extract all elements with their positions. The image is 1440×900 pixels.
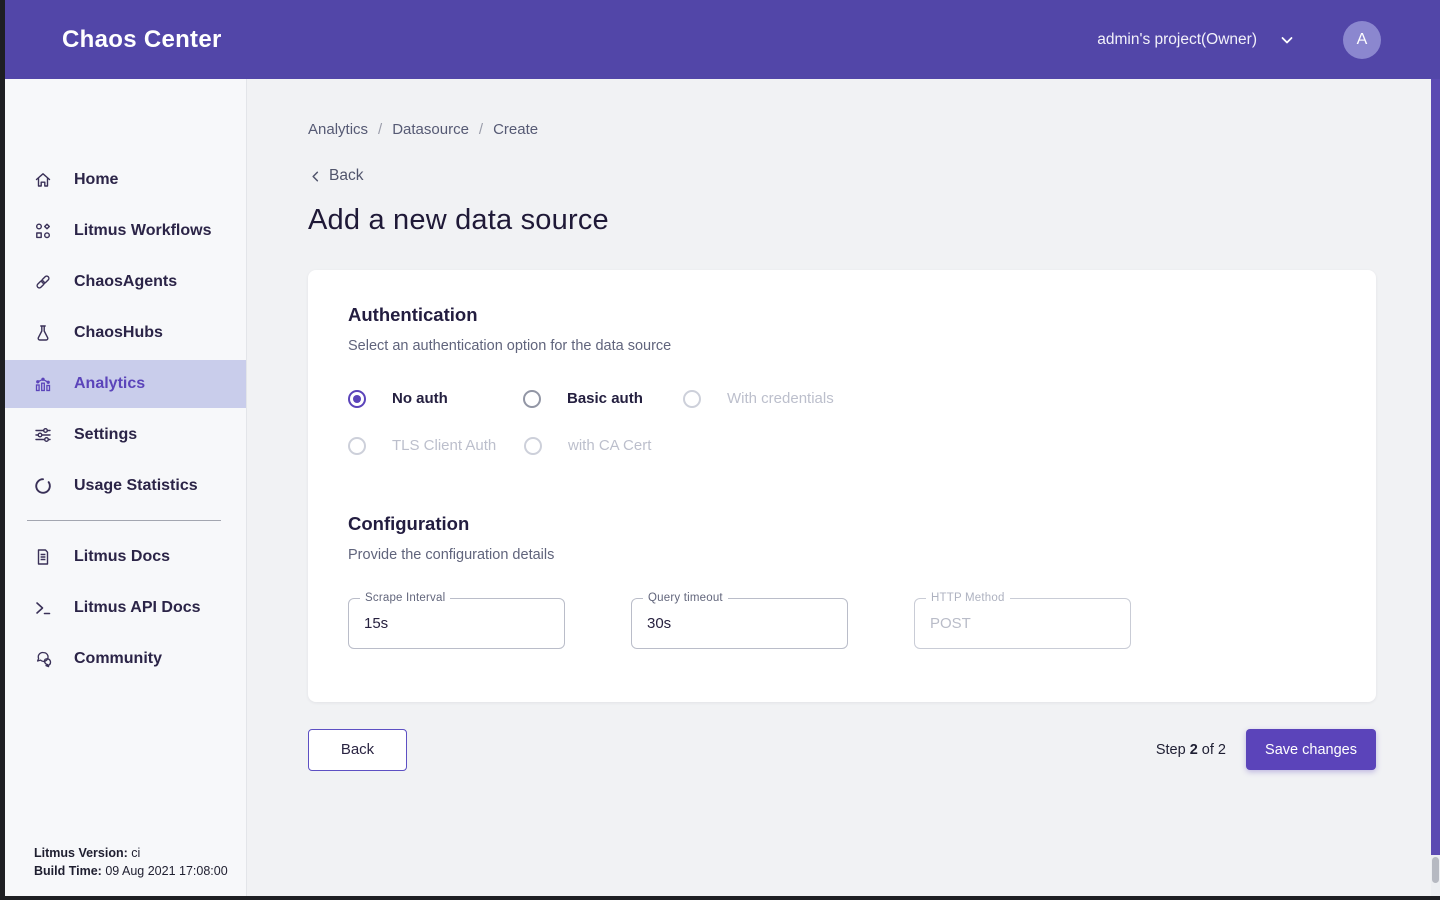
breadcrumb-separator: / — [378, 121, 382, 138]
auth-option-no-auth[interactable]: No auth — [348, 390, 523, 408]
sidebar-item-label: Settings — [74, 426, 137, 444]
page-title: Add a new data source — [308, 204, 1432, 237]
sidebar-divider — [27, 520, 221, 521]
query-timeout-field: Query timeout — [631, 598, 848, 649]
avatar-initial: A — [1357, 31, 1368, 49]
sidebar-item-label: Home — [74, 171, 118, 189]
breadcrumb-item-create: Create — [493, 121, 538, 138]
scrape-interval-label: Scrape Interval — [360, 592, 450, 604]
chevron-left-icon — [308, 169, 323, 184]
scrollbar-thumb[interactable] — [1431, 79, 1440, 855]
scrollbar-track-end — [1432, 857, 1439, 883]
configuration-fields: Scrape Interval Query timeout HTTP Method — [348, 598, 1336, 649]
breadcrumb: Analytics / Datasource / Create — [308, 121, 1432, 138]
sidebar-item-label: Usage Statistics — [74, 477, 198, 495]
avatar[interactable]: A — [1343, 21, 1381, 59]
sidebar-item-community[interactable]: Community — [0, 635, 246, 683]
sidebar-item-label: ChaosHubs — [74, 324, 163, 342]
radio-icon[interactable] — [523, 390, 541, 408]
auth-option-label: TLS Client Auth — [392, 437, 496, 454]
sidebar-item-label: Litmus Docs — [74, 548, 170, 566]
link-icon — [33, 272, 53, 292]
sidebar-item-litmus-api-docs[interactable]: Litmus API Docs — [0, 584, 246, 632]
sidebar-item-litmus-workflows[interactable]: Litmus Workflows — [0, 207, 246, 255]
sidebar-item-analytics[interactable]: Analytics — [0, 360, 246, 408]
app-header: Chaos Center admin's project(Owner) A — [0, 0, 1440, 79]
build-label: Build Time: — [34, 864, 102, 878]
configuration-subtitle: Provide the configuration details — [348, 547, 1336, 563]
screen-edge-left — [0, 0, 5, 900]
auth-option-label: With credentials — [727, 390, 834, 407]
auth-option-with-credentials: With credentials — [683, 390, 834, 408]
loader-icon — [33, 476, 53, 496]
auth-option-with-ca-cert: with CA Cert — [524, 437, 651, 455]
save-changes-button[interactable]: Save changes — [1246, 729, 1376, 770]
sidebar-nav-primary: Home Litmus Workflows ChaosAgents ChaosHubs… — [0, 79, 246, 510]
page-scrollbar[interactable] — [1431, 79, 1440, 896]
query-timeout-label: Query timeout — [643, 592, 728, 604]
http-method-label: HTTP Method — [926, 592, 1010, 604]
build-value: 09 Aug 2021 17:08:00 — [105, 864, 227, 878]
step-indicator: Step 2 of 2 — [1156, 742, 1226, 758]
auth-option-tls-client-auth: TLS Client Auth — [348, 437, 524, 455]
app-title: Chaos Center — [0, 26, 222, 54]
breadcrumb-item-datasource[interactable]: Datasource — [392, 121, 469, 138]
version-info: Litmus Version: ci Build Time: 09 Aug 20… — [34, 844, 228, 880]
auth-option-label: with CA Cert — [568, 437, 651, 454]
sidebar: Home Litmus Workflows ChaosAgents ChaosHubs… — [0, 79, 247, 896]
terminal-icon — [33, 598, 53, 618]
scrape-interval-input[interactable] — [349, 599, 564, 648]
sidebar-item-label: Analytics — [74, 375, 145, 393]
http-method-input — [915, 599, 1130, 648]
sidebar-item-label: Litmus API Docs — [74, 599, 201, 617]
auth-option-row: TLS Client Auth with CA Cert — [348, 437, 1336, 455]
query-timeout-input[interactable] — [632, 599, 847, 648]
auth-option-label: No auth — [392, 390, 448, 407]
chat-icon — [33, 649, 53, 669]
project-selector-label: admin's project(Owner) — [1097, 31, 1257, 49]
flask-icon — [33, 323, 53, 343]
bar-chart-icon — [33, 374, 53, 394]
sidebar-item-litmus-docs[interactable]: Litmus Docs — [0, 533, 246, 581]
auth-option-row: No auth Basic auth With credentials — [348, 390, 1336, 408]
radio-icon — [348, 437, 366, 455]
auth-options: No auth Basic auth With credentials TLS Cli… — [348, 390, 1336, 455]
sidebar-item-chaosagents[interactable]: ChaosAgents — [0, 258, 246, 306]
radio-icon[interactable] — [348, 390, 366, 408]
back-link-label: Back — [329, 167, 363, 185]
breadcrumb-item-analytics[interactable]: Analytics — [308, 121, 368, 138]
form-footer: Back Step 2 of 2 Save changes — [308, 729, 1376, 771]
home-icon — [33, 170, 53, 190]
screen-edge-bottom — [0, 896, 1440, 900]
sidebar-nav-secondary: Litmus Docs Litmus API Docs Community — [0, 533, 246, 683]
chevron-down-icon — [1279, 32, 1295, 48]
version-label: Litmus Version: — [34, 846, 128, 860]
auth-option-basic-auth[interactable]: Basic auth — [523, 390, 683, 408]
sidebar-item-label: Litmus Workflows — [74, 222, 212, 240]
scrape-interval-field: Scrape Interval — [348, 598, 565, 649]
main-content: Analytics / Datasource / Create Back Add a n… — [248, 79, 1432, 896]
sidebar-item-home[interactable]: Home — [0, 156, 246, 204]
back-link[interactable]: Back — [308, 167, 363, 185]
workflows-icon — [33, 221, 53, 241]
auth-option-label: Basic auth — [567, 390, 643, 407]
radio-icon — [683, 390, 701, 408]
breadcrumb-separator: / — [479, 121, 483, 138]
sidebar-item-chaoshubs[interactable]: ChaosHubs — [0, 309, 246, 357]
sliders-icon — [33, 425, 53, 445]
sidebar-item-label: ChaosAgents — [74, 273, 177, 291]
sidebar-item-usage-statistics[interactable]: Usage Statistics — [0, 462, 246, 510]
project-selector[interactable]: admin's project(Owner) — [1097, 31, 1295, 49]
authentication-title: Authentication — [348, 304, 1336, 326]
authentication-subtitle: Select an authentication option for the … — [348, 338, 1336, 354]
radio-icon — [524, 437, 542, 455]
http-method-field: HTTP Method — [914, 598, 1131, 649]
configuration-title: Configuration — [348, 513, 1336, 535]
back-button[interactable]: Back — [308, 729, 407, 771]
sidebar-item-settings[interactable]: Settings — [0, 411, 246, 459]
datasource-form-card: Authentication Select an authentication … — [308, 270, 1376, 702]
version-value: ci — [131, 846, 140, 860]
document-icon — [33, 547, 53, 567]
sidebar-item-label: Community — [74, 650, 162, 668]
